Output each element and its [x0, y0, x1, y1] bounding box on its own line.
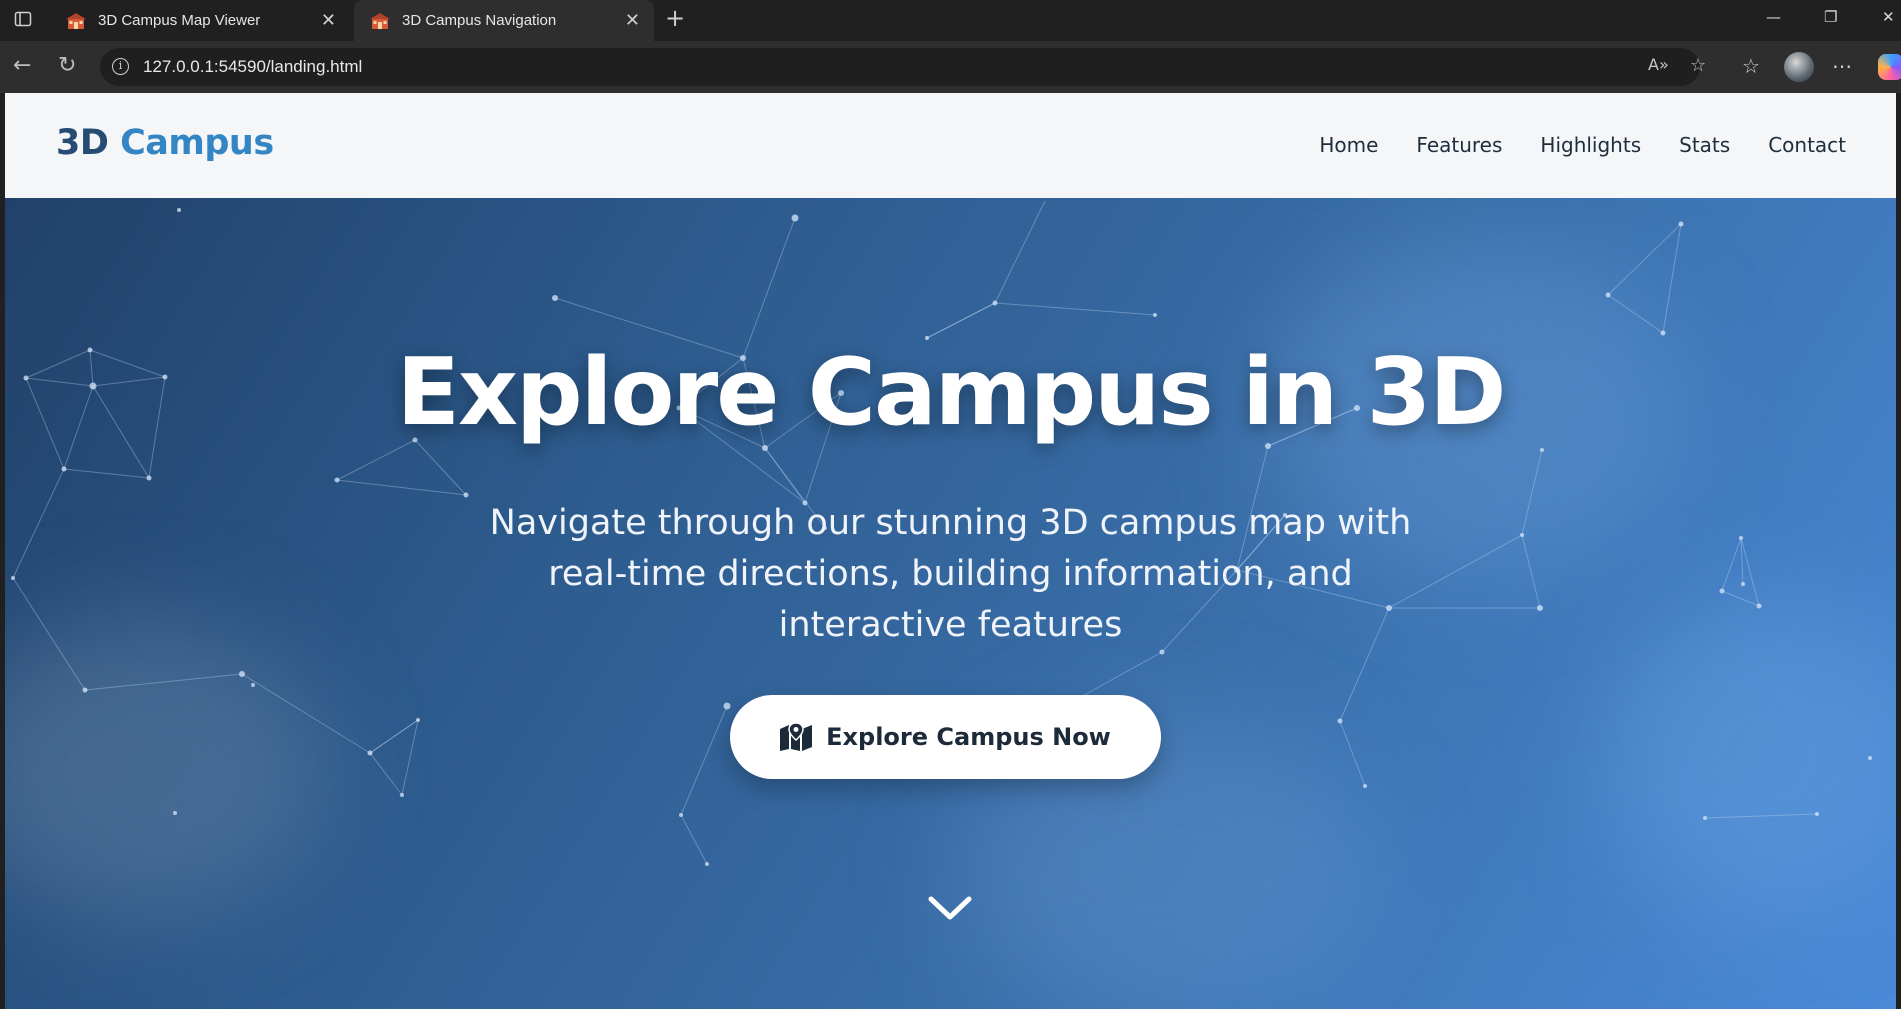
tab-map-viewer[interactable]: 3D Campus Map Viewer ✕ — [50, 0, 350, 41]
favorite-star-icon[interactable]: ☆ — [1690, 55, 1706, 76]
school-building-icon — [370, 12, 390, 29]
nav-contact[interactable]: Contact — [1768, 133, 1846, 157]
site-logo[interactable]: 3D Campus — [56, 123, 274, 163]
main-nav: Home Features Highlights Stats Contact — [1319, 133, 1846, 157]
restore-icon[interactable]: ❐ — [1824, 8, 1837, 26]
site-header: 3D Campus Home Features Highlights Stats… — [5, 93, 1896, 198]
tab-title: 3D Campus Map Viewer — [98, 12, 261, 29]
url-bar[interactable]: i 127.0.0.1:54590/landing.html A» ☆ — [100, 48, 1706, 86]
browser-address-bar: ← ↻ i 127.0.0.1:54590/landing.html A» ☆ … — [0, 41, 1901, 93]
hero-title: Explore Campus in 3D — [396, 338, 1507, 446]
read-aloud-icon[interactable]: A» — [1648, 55, 1669, 74]
page-viewport: 3D Campus Home Features Highlights Stats… — [5, 93, 1896, 1009]
logo-part-1: 3D — [56, 123, 109, 163]
map-marker-icon — [780, 723, 813, 751]
favorites-list-icon[interactable]: ☆ — [1742, 54, 1760, 78]
chevron-down-icon[interactable] — [927, 893, 973, 923]
tab-campus-navigation[interactable]: 3D Campus Navigation ✕ — [354, 0, 654, 41]
url-text[interactable]: 127.0.0.1:54590/landing.html — [143, 57, 362, 77]
more-options-icon[interactable]: ⋯ — [1832, 54, 1852, 78]
browser-tab-bar: 3D Campus Map Viewer ✕ 3D Campus Navigat… — [0, 0, 1901, 41]
nav-highlights[interactable]: Highlights — [1540, 133, 1641, 157]
explore-campus-button[interactable]: Explore Campus Now — [730, 695, 1161, 779]
refresh-icon[interactable]: ↻ — [58, 54, 76, 78]
close-icon[interactable]: ✕ — [321, 10, 336, 31]
nav-home[interactable]: Home — [1319, 133, 1378, 157]
copilot-icon[interactable] — [1878, 54, 1901, 80]
new-tab-icon[interactable]: + — [665, 6, 685, 30]
logo-part-2: Campus — [120, 123, 274, 163]
hero-section: Explore Campus in 3D Navigate through ou… — [5, 198, 1896, 1009]
nav-features[interactable]: Features — [1416, 133, 1502, 157]
close-icon[interactable]: ✕ — [625, 10, 640, 31]
back-icon[interactable]: ← — [13, 54, 31, 78]
school-building-icon — [66, 12, 86, 29]
close-window-icon[interactable]: ✕ — [1882, 8, 1895, 26]
tab-actions-icon[interactable] — [14, 10, 32, 33]
tab-title: 3D Campus Navigation — [402, 12, 557, 29]
minimize-icon[interactable]: — — [1766, 8, 1781, 26]
site-info-icon[interactable]: i — [112, 58, 129, 75]
avatar[interactable] — [1784, 52, 1814, 82]
nav-stats[interactable]: Stats — [1679, 133, 1730, 157]
hero-subtitle: Navigate through our stunning 3D campus … — [489, 503, 1412, 645]
explore-campus-button-label: Explore Campus Now — [826, 723, 1111, 751]
